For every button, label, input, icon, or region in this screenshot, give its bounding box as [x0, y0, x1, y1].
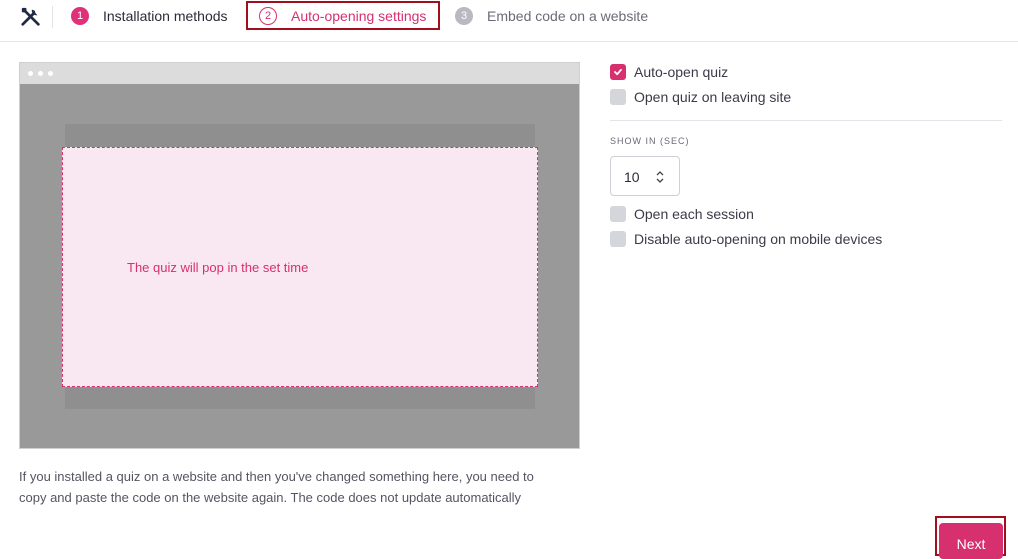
settings-divider [610, 120, 1002, 121]
next-button[interactable]: Next [939, 523, 1003, 559]
step-label: Embed code on a website [487, 8, 649, 24]
show-in-seconds-input[interactable]: 10 [610, 156, 680, 196]
update-note: If you installed a quiz on a website and… [19, 466, 589, 508]
quiz-popup-preview: The quiz will pop in the set time [62, 147, 538, 387]
disable-mobile-option[interactable]: Disable auto-opening on mobile devices [610, 231, 882, 247]
quiz-popup-message: The quiz will pop in the set time [127, 260, 309, 275]
browser-toolbar [20, 63, 579, 84]
checkbox-unchecked[interactable] [610, 89, 626, 105]
step-installation-methods[interactable]: 1 Installation methods [71, 0, 228, 32]
note-line: copy and paste the code on the website a… [19, 490, 522, 505]
top-bar: 1 Installation methods 2 Auto-opening se… [0, 0, 1018, 42]
window-dot-icon [48, 71, 53, 76]
note-line: If you installed a quiz on a website and… [19, 469, 534, 484]
step-number: 3 [455, 7, 473, 25]
header-divider [52, 6, 53, 28]
step-auto-opening-settings[interactable]: 2 Auto-opening settings [246, 1, 440, 30]
checkbox-checked[interactable] [610, 64, 626, 80]
show-in-value: 10 [624, 169, 640, 185]
show-in-label: SHOW IN (SEC) [610, 136, 690, 146]
step-number: 2 [259, 6, 277, 25]
window-dot-icon [28, 71, 33, 76]
checkbox-unchecked[interactable] [610, 206, 626, 222]
check-icon [614, 68, 622, 76]
step-label: Installation methods [103, 8, 228, 24]
auto-open-quiz-option[interactable]: Auto-open quiz [610, 64, 728, 80]
open-each-session-option[interactable]: Open each session [610, 206, 754, 222]
tools-icon[interactable] [20, 6, 42, 28]
step-label: Auto-opening settings [291, 7, 427, 24]
step-number: 1 [71, 7, 89, 25]
option-label: Open quiz on leaving site [634, 89, 792, 105]
option-label: Open each session [634, 206, 754, 222]
browser-preview: The quiz will pop in the set time [19, 62, 580, 449]
stepper-icon[interactable] [655, 168, 665, 186]
option-label: Disable auto-opening on mobile devices [634, 231, 883, 247]
window-dot-icon [38, 71, 43, 76]
open-on-leaving-option[interactable]: Open quiz on leaving site [610, 89, 791, 105]
checkbox-unchecked[interactable] [610, 231, 626, 247]
option-label: Auto-open quiz [634, 64, 729, 80]
step-embed-code[interactable]: 3 Embed code on a website [455, 0, 648, 32]
